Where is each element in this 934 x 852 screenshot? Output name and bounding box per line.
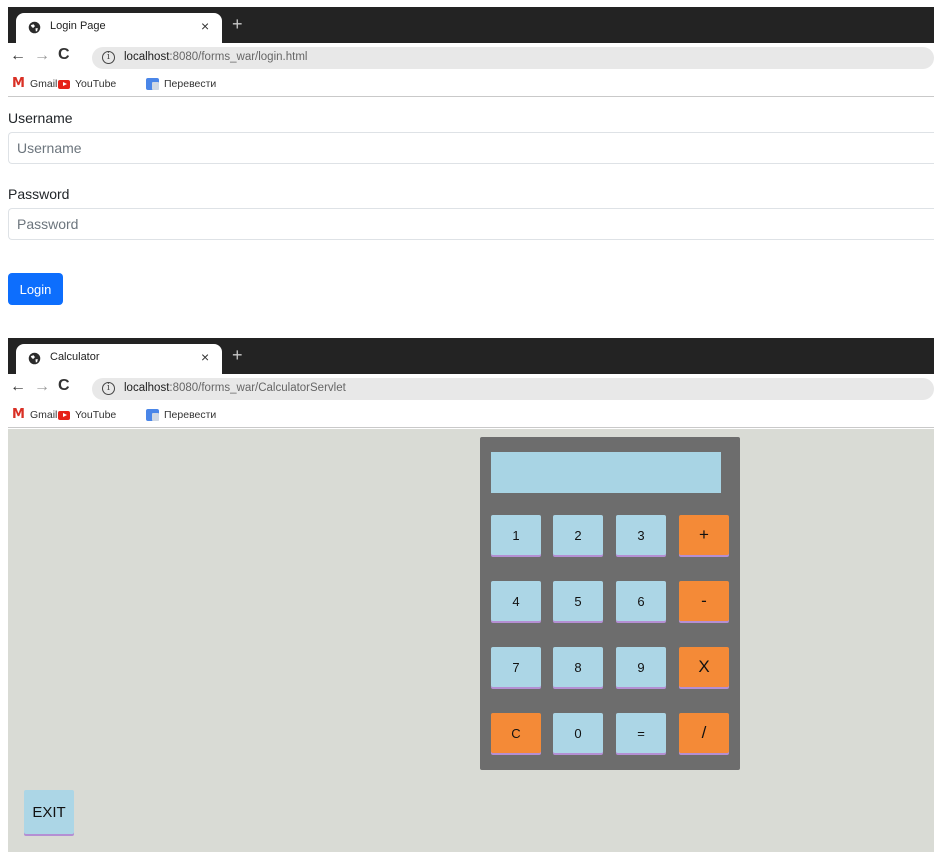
gmail-icon: M — [12, 407, 25, 423]
globe-icon — [28, 21, 41, 34]
tab-strip: Calculator × + — [8, 338, 934, 374]
key-4[interactable]: 4 — [491, 581, 541, 621]
key-multiply[interactable]: X — [679, 647, 729, 687]
key-equals[interactable]: = — [616, 713, 666, 753]
back-arrow-icon[interactable]: ← — [10, 378, 26, 396]
forward-arrow-icon[interactable]: → — [34, 378, 50, 396]
bookmark-youtube[interactable]: YouTube — [58, 78, 116, 92]
key-8[interactable]: 8 — [553, 647, 603, 687]
youtube-icon — [58, 410, 70, 420]
tab-title: Login Page — [50, 20, 106, 32]
bookmark-gmail[interactable]: M Gmail — [12, 76, 58, 92]
username-input[interactable] — [8, 132, 934, 164]
tab-title: Calculator — [50, 351, 100, 363]
key-5[interactable]: 5 — [553, 581, 603, 621]
calculator-page-content: 1 2 3 + 4 5 6 - 7 8 9 X C 0 = / EXIT — [8, 429, 934, 852]
key-1[interactable]: 1 — [491, 515, 541, 555]
calculator-browser-window: Calculator × + ← → C i localhost:8080/fo… — [8, 338, 934, 852]
tab-close-icon[interactable]: × — [201, 349, 209, 365]
info-icon[interactable]: i — [102, 382, 115, 395]
url-text[interactable]: localhost:8080/forms_war/login.html — [124, 51, 307, 63]
google-translate-icon — [146, 409, 159, 422]
back-arrow-icon[interactable]: ← — [10, 47, 26, 65]
browser-toolbar: ← → C i localhost:8080/forms_war/Calcula… — [8, 374, 934, 404]
forward-arrow-icon[interactable]: → — [34, 47, 50, 65]
bookmark-label: Gmail — [29, 78, 58, 91]
url-path: :8080/forms_war/login.html — [169, 51, 308, 63]
url-path: :8080/forms_war/CalculatorServlet — [169, 382, 346, 394]
key-9[interactable]: 9 — [616, 647, 666, 687]
password-input[interactable] — [8, 208, 934, 240]
key-2[interactable]: 2 — [553, 515, 603, 555]
bookmark-label: Перевести — [164, 409, 217, 422]
key-3[interactable]: 3 — [616, 515, 666, 555]
info-icon[interactable]: i — [102, 51, 115, 64]
url-text[interactable]: localhost:8080/forms_war/CalculatorServl… — [124, 382, 346, 394]
bookmark-youtube[interactable]: YouTube — [58, 409, 116, 423]
new-tab-icon[interactable]: + — [232, 346, 243, 364]
bookmark-label: YouTube — [75, 409, 117, 422]
youtube-icon — [58, 79, 70, 89]
url-host: localhost — [124, 382, 170, 394]
key-7[interactable]: 7 — [491, 647, 541, 687]
bookmark-gmail[interactable]: M Gmail — [12, 407, 58, 423]
key-divide[interactable]: / — [679, 713, 729, 753]
key-clear[interactable]: C — [491, 713, 541, 753]
google-translate-icon — [146, 78, 159, 91]
login-page-content: Username Password Login — [8, 98, 934, 331]
bookmarks-bar: M Gmail YouTube Перевести — [8, 73, 934, 97]
key-plus[interactable]: + — [679, 515, 729, 555]
bookmarks-bar: M Gmail YouTube Перевести — [8, 404, 934, 428]
tab-calculator[interactable]: Calculator × — [16, 344, 222, 374]
key-6[interactable]: 6 — [616, 581, 666, 621]
address-bar[interactable]: i localhost:8080/forms_war/login.html — [92, 47, 934, 69]
bookmark-translate[interactable]: Перевести — [146, 409, 216, 423]
key-0[interactable]: 0 — [553, 713, 603, 753]
tab-strip: Login Page × + — [8, 7, 934, 43]
globe-icon — [28, 352, 41, 365]
tab-close-icon[interactable]: × — [201, 18, 209, 34]
new-tab-icon[interactable]: + — [232, 15, 243, 33]
login-button[interactable]: Login — [8, 273, 63, 305]
tab-login-page[interactable]: Login Page × — [16, 13, 222, 43]
password-label: Password — [8, 186, 70, 202]
bookmark-label: Gmail — [29, 409, 58, 422]
reload-icon[interactable]: C — [58, 46, 70, 64]
bookmark-label: YouTube — [75, 78, 117, 91]
calculator-display[interactable] — [491, 452, 721, 493]
bookmark-translate[interactable]: Перевести — [146, 78, 216, 92]
reload-icon[interactable]: C — [58, 377, 70, 395]
exit-button[interactable]: EXIT — [24, 790, 74, 834]
browser-toolbar: ← → C i localhost:8080/forms_war/login.h… — [8, 43, 934, 73]
key-minus[interactable]: - — [679, 581, 729, 621]
username-label: Username — [8, 110, 73, 126]
calculator-body: 1 2 3 + 4 5 6 - 7 8 9 X C 0 = / — [480, 437, 740, 770]
url-host: localhost — [124, 51, 170, 63]
bookmark-label: Перевести — [164, 78, 217, 91]
gmail-icon: M — [12, 76, 25, 92]
address-bar[interactable]: i localhost:8080/forms_war/CalculatorSer… — [92, 378, 934, 400]
login-browser-window: Login Page × + ← → C i localhost:8080/fo… — [8, 7, 934, 331]
